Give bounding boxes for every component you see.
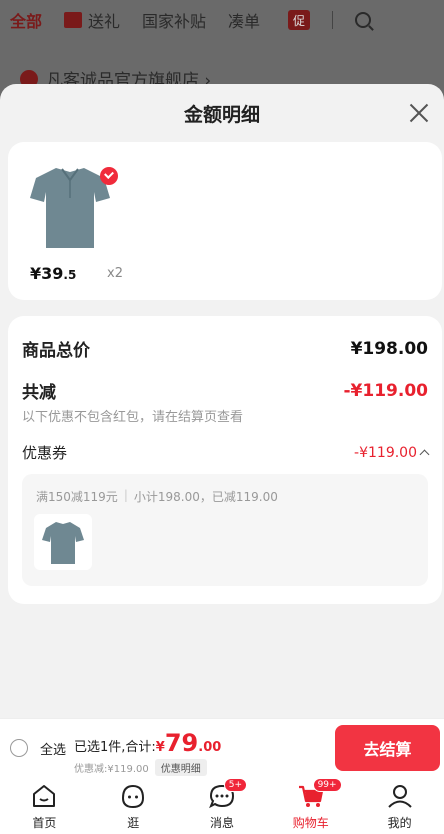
cart-badge: 99+ xyxy=(312,778,342,792)
reduce-note: 以下优惠不包含红包，请在结算页查看 xyxy=(22,410,244,425)
tab-gift[interactable]: 送礼 xyxy=(64,8,120,32)
tab-browse[interactable]: 逛 xyxy=(89,776,178,834)
tab-home[interactable]: 首页 xyxy=(0,776,89,834)
currency-symbol: ¥ xyxy=(155,740,165,755)
tab-gift-label: 送礼 xyxy=(88,12,121,31)
browse-face-icon xyxy=(122,784,145,809)
checkout-bar: 全选 已选1件,合计: ¥ 79 .00 优惠减:¥119.00 优惠明细 去结… xyxy=(0,718,444,776)
coupon-label: 优惠券 xyxy=(22,444,68,462)
amount-detail-sheet: 金额明细 ¥39.5 x2 商品总价 ¥198.00 共减 -¥119.00 以… xyxy=(0,84,444,718)
coupon-subtotal: 小计198.00，已减119.00 xyxy=(133,490,278,504)
profile-icon xyxy=(387,785,412,808)
coupon-row[interactable]: 优惠券 -¥119.00 xyxy=(22,442,430,463)
tab-profile-label: 我的 xyxy=(387,816,412,830)
total-amount-dec: .00 xyxy=(198,740,222,755)
product-image[interactable] xyxy=(30,164,110,250)
tab-browse-label: 逛 xyxy=(127,816,140,830)
messages-badge: 5+ xyxy=(223,778,248,792)
bottom-tab-bar: 首页 逛 5+ 消息 99+ 购物车 我的 xyxy=(0,776,444,834)
total-amount-int: 79 xyxy=(164,729,199,757)
select-all-label[interactable]: 全选 xyxy=(40,739,66,758)
home-icon xyxy=(33,785,56,807)
coupon-value-group: -¥119.00 xyxy=(354,444,430,461)
discount-info: 优惠减:¥119.00 优惠明细 xyxy=(74,759,207,776)
product-card: ¥39.5 x2 xyxy=(8,142,442,300)
close-icon[interactable] xyxy=(408,102,430,124)
coupon-value: -¥119.00 xyxy=(354,444,417,461)
tab-home-label: 首页 xyxy=(32,816,57,830)
tab-subsidy[interactable]: 国家补贴 xyxy=(142,8,206,32)
search-icon[interactable] xyxy=(355,12,372,28)
discount-text: 优惠减:¥119.00 xyxy=(74,764,149,775)
chevron-up-icon[interactable] xyxy=(419,449,430,460)
price-main: ¥39 xyxy=(30,264,64,283)
product-quantity: x2 xyxy=(107,266,123,281)
checkout-button[interactable]: 去结算 xyxy=(335,725,440,771)
gift-icon xyxy=(64,12,83,28)
discount-detail-button[interactable]: 优惠明细 xyxy=(154,759,207,776)
divider xyxy=(332,11,334,29)
price-breakdown-card: 商品总价 ¥198.00 共减 -¥119.00 以下优惠不包含红包，请在结算页… xyxy=(8,316,442,604)
top-category-bar: 全部 送礼 国家补贴 凑单 促 xyxy=(0,0,444,40)
selected-check-icon[interactable] xyxy=(100,167,118,185)
promo-badge[interactable]: 促 xyxy=(288,10,311,30)
total-label: 商品总价 xyxy=(22,341,90,361)
tab-cart[interactable]: 99+ 购物车 xyxy=(266,776,355,834)
sheet-title: 金额明细 xyxy=(183,104,260,126)
reduce-row: 共减 -¥119.00 xyxy=(22,378,429,404)
tab-profile[interactable]: 我的 xyxy=(355,776,444,834)
reduce-label: 共减 xyxy=(22,383,56,403)
tab-messages-label: 消息 xyxy=(209,816,234,830)
coupon-text: 满150减119元 | 小计198.00，已减119.00 xyxy=(36,488,278,505)
total-row: 商品总价 ¥198.00 xyxy=(22,336,428,362)
selected-label: 已选1件,合计: xyxy=(74,740,156,755)
selected-total: 已选1件,合计: ¥ 79 .00 xyxy=(74,731,221,755)
coupon-rule: 满150减119元 xyxy=(36,490,118,504)
tab-bundle[interactable]: 凑单 xyxy=(228,8,260,32)
tab-messages[interactable]: 5+ 消息 xyxy=(178,776,267,834)
price-decimal: .5 xyxy=(63,268,77,282)
product-price: ¥39.5 xyxy=(30,264,76,283)
reduce-value: -¥119.00 xyxy=(343,380,429,401)
coupon-separator: | xyxy=(123,488,128,502)
tab-cart-label: 购物车 xyxy=(292,816,329,830)
tab-all[interactable]: 全部 xyxy=(10,8,42,32)
coupon-detail-box: 满150减119元 | 小计198.00，已减119.00 xyxy=(22,474,428,586)
select-all-radio[interactable] xyxy=(10,739,28,757)
coupon-product-thumbnail xyxy=(34,514,92,570)
total-value: ¥198.00 xyxy=(350,338,428,359)
